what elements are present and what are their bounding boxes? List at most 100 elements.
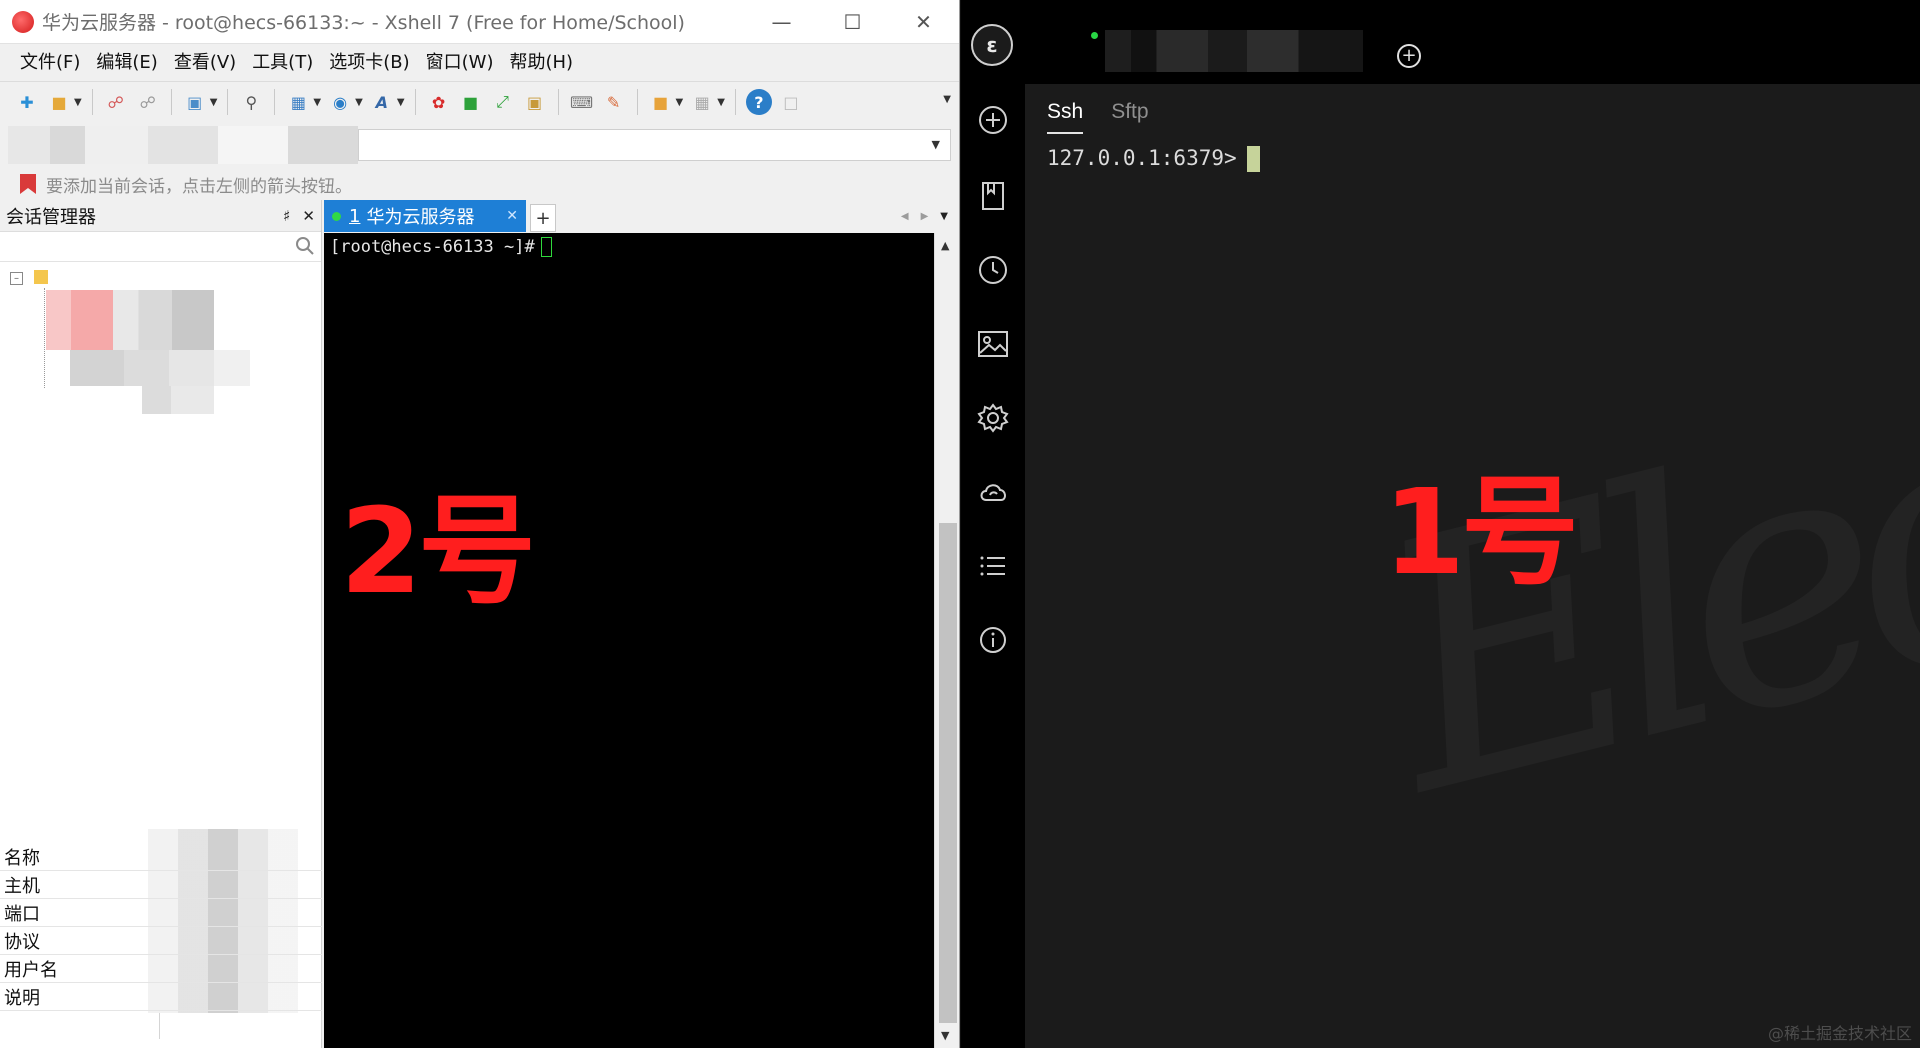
overlay-label-1: 1号 xyxy=(1383,463,1579,601)
lock-icon[interactable]: ▣ xyxy=(522,89,548,115)
xshell-titlebar: 华为云服务器 - root@hecs-66133:~ - Xshell 7 (F… xyxy=(0,0,959,44)
maximize-button[interactable]: ☐ xyxy=(817,0,888,44)
redis-prompt-text: 127.0.0.1:6379> xyxy=(1047,146,1237,170)
status-bar xyxy=(0,1011,322,1039)
open-folder-icon[interactable]: ■ xyxy=(46,89,72,115)
connected-status-icon xyxy=(332,211,341,221)
scroll-up-icon[interactable]: ▲ xyxy=(941,239,949,252)
new-session-icon[interactable]: ✚ xyxy=(14,89,40,115)
electerm-window: ɛ + Elec Ssh Sftp 127.0.0.1:6379> 1号 @稀土… xyxy=(961,0,1920,1048)
transfer-dropdown-icon[interactable]: ▼ xyxy=(676,97,684,108)
tile-dropdown-icon[interactable]: ▼ xyxy=(717,97,725,108)
footer-watermark: @稀土掘金技术社区 xyxy=(1767,1024,1912,1043)
close-panel-icon[interactable]: ✕ xyxy=(296,207,321,225)
tab-next-icon[interactable]: ▶ xyxy=(921,211,929,222)
redis-prompt[interactable]: 127.0.0.1:6379> xyxy=(1047,146,1260,172)
electerm-main: Elec Ssh Sftp 127.0.0.1:6379> 1号 @稀土掘金技术… xyxy=(1025,84,1920,1048)
help-icon[interactable]: ? xyxy=(745,89,772,115)
menu-window[interactable]: 窗口(W) xyxy=(418,44,502,82)
list-icon[interactable] xyxy=(975,548,1011,584)
close-window-button[interactable]: ✕ xyxy=(888,0,959,44)
menu-tools[interactable]: 工具(T) xyxy=(244,44,321,82)
terminal-scrollbar[interactable]: ▲ ▼ xyxy=(934,233,959,1048)
blurred-session[interactable] xyxy=(46,290,214,350)
properties-icon[interactable]: ▣ xyxy=(182,89,208,115)
font-icon[interactable]: A xyxy=(369,89,395,115)
minimize-button[interactable]: — xyxy=(746,0,817,44)
globe-dropdown-icon[interactable]: ▼ xyxy=(355,97,363,108)
menu-edit[interactable]: 编辑(E) xyxy=(88,44,165,82)
address-blurred xyxy=(8,126,358,164)
globe-icon[interactable]: ◉ xyxy=(327,89,353,115)
highlight-icon[interactable]: ✎ xyxy=(601,89,627,115)
tab-label: 华为云服务器 xyxy=(366,207,475,228)
electerm-cursor xyxy=(1246,146,1260,172)
open-dropdown-icon[interactable]: ▼ xyxy=(74,97,82,108)
collapse-icon[interactable]: – xyxy=(10,272,23,285)
toolbar: ✚ ■ ▼ ☍ ☍ ▣ ▼ ⚲ ▦ ▼ ◉ ▼ A ▼ ✿ ■ ⤢ ▣ ⌨ ✎ … xyxy=(0,82,959,122)
properties-dropdown-icon[interactable]: ▼ xyxy=(210,97,218,108)
find-icon[interactable]: ⚲ xyxy=(238,89,264,115)
layout-icon[interactable]: ▦ xyxy=(285,89,311,115)
terminal-cursor xyxy=(540,237,552,257)
settings-icon[interactable] xyxy=(975,400,1011,436)
bookmarks-icon[interactable] xyxy=(975,178,1011,214)
tab-huawei-cloud[interactable]: 1 华为云服务器 ✕ xyxy=(324,200,526,232)
xshell-terminal[interactable]: [root@hecs-66133 ~]# 2号 xyxy=(324,233,934,1048)
blurred-session[interactable] xyxy=(70,350,250,386)
blurred-session[interactable] xyxy=(142,386,214,414)
hint-text: 要添加当前会话，点击左侧的箭头按钮。 xyxy=(46,176,352,197)
session-hint: 要添加当前会话，点击左侧的箭头按钮。 xyxy=(0,164,959,204)
connect-icon[interactable]: ☍ xyxy=(103,89,129,115)
chat-icon[interactable]: □ xyxy=(778,89,804,115)
info-icon[interactable] xyxy=(975,622,1011,658)
menu-tab[interactable]: 选项卡(B) xyxy=(321,44,417,82)
property-host: 主机 xyxy=(0,871,322,899)
electerm-logo-icon[interactable]: ɛ xyxy=(971,24,1013,66)
bookmark-icon[interactable] xyxy=(20,174,36,194)
window-controls: — ☐ ✕ xyxy=(746,0,959,44)
tab-ssh[interactable]: Ssh xyxy=(1047,100,1084,134)
address-input[interactable]: ▼ xyxy=(358,129,951,161)
transfer-icon[interactable]: ■ xyxy=(648,89,674,115)
xshell-app-icon xyxy=(12,10,34,33)
property-port: 端口 xyxy=(0,899,322,927)
tab-prev-icon[interactable]: ◀ xyxy=(901,211,909,222)
scroll-down-icon[interactable]: ▼ xyxy=(941,1029,949,1042)
add-tab-icon[interactable]: + xyxy=(1397,44,1421,68)
tile-icon[interactable]: ▦ xyxy=(689,89,715,115)
new-tab-button[interactable]: + xyxy=(530,204,556,232)
address-dropdown-icon[interactable]: ▼ xyxy=(932,138,940,151)
pin-icon[interactable]: ♯ xyxy=(277,207,296,225)
cloud-sync-icon[interactable] xyxy=(975,474,1011,510)
menu-help[interactable]: 帮助(H) xyxy=(501,44,581,82)
menu-view[interactable]: 查看(V) xyxy=(166,44,244,82)
layout-dropdown-icon[interactable]: ▼ xyxy=(313,97,321,108)
search-icon[interactable] xyxy=(295,236,315,256)
scroll-thumb[interactable] xyxy=(939,523,957,1023)
blurred-session-tab[interactable] xyxy=(1105,30,1363,72)
xftp-icon[interactable]: ■ xyxy=(458,89,484,115)
menu-file[interactable]: 文件(F) xyxy=(12,44,88,82)
image-icon[interactable] xyxy=(975,326,1011,362)
terminal-prompt: [root@hecs-66133 ~]# xyxy=(330,237,552,257)
tab-sftp[interactable]: Sftp xyxy=(1111,100,1148,134)
menubar: 文件(F) 编辑(E) 查看(V) 工具(T) 选项卡(B) 窗口(W) 帮助(… xyxy=(0,44,959,82)
session-subtabs: Ssh Sftp xyxy=(1047,100,1149,134)
add-session-icon[interactable] xyxy=(975,102,1011,138)
xshell-window: 华为云服务器 - root@hecs-66133:~ - Xshell 7 (F… xyxy=(0,0,960,1048)
fullscreen-icon[interactable]: ⤢ xyxy=(490,89,516,115)
xshell-logo-icon[interactable]: ✿ xyxy=(426,89,452,115)
keyboard-icon[interactable]: ⌨ xyxy=(569,89,595,115)
session-search[interactable] xyxy=(0,232,321,262)
session-properties: 名称 主机 端口 协议 用户名 说明 xyxy=(0,829,322,1039)
toolbar-overflow-icon[interactable]: ▼ xyxy=(943,94,951,105)
tab-close-icon[interactable]: ✕ xyxy=(506,208,518,224)
property-username: 用户名 xyxy=(0,955,322,983)
font-dropdown-icon[interactable]: ▼ xyxy=(397,97,405,108)
tab-list-dropdown-icon[interactable]: ▼ xyxy=(940,211,948,222)
online-status-icon xyxy=(1091,32,1098,39)
history-icon[interactable] xyxy=(975,252,1011,288)
disconnect-icon[interactable]: ☍ xyxy=(135,89,161,115)
session-manager-header: 会话管理器 ♯ ✕ xyxy=(0,200,321,232)
